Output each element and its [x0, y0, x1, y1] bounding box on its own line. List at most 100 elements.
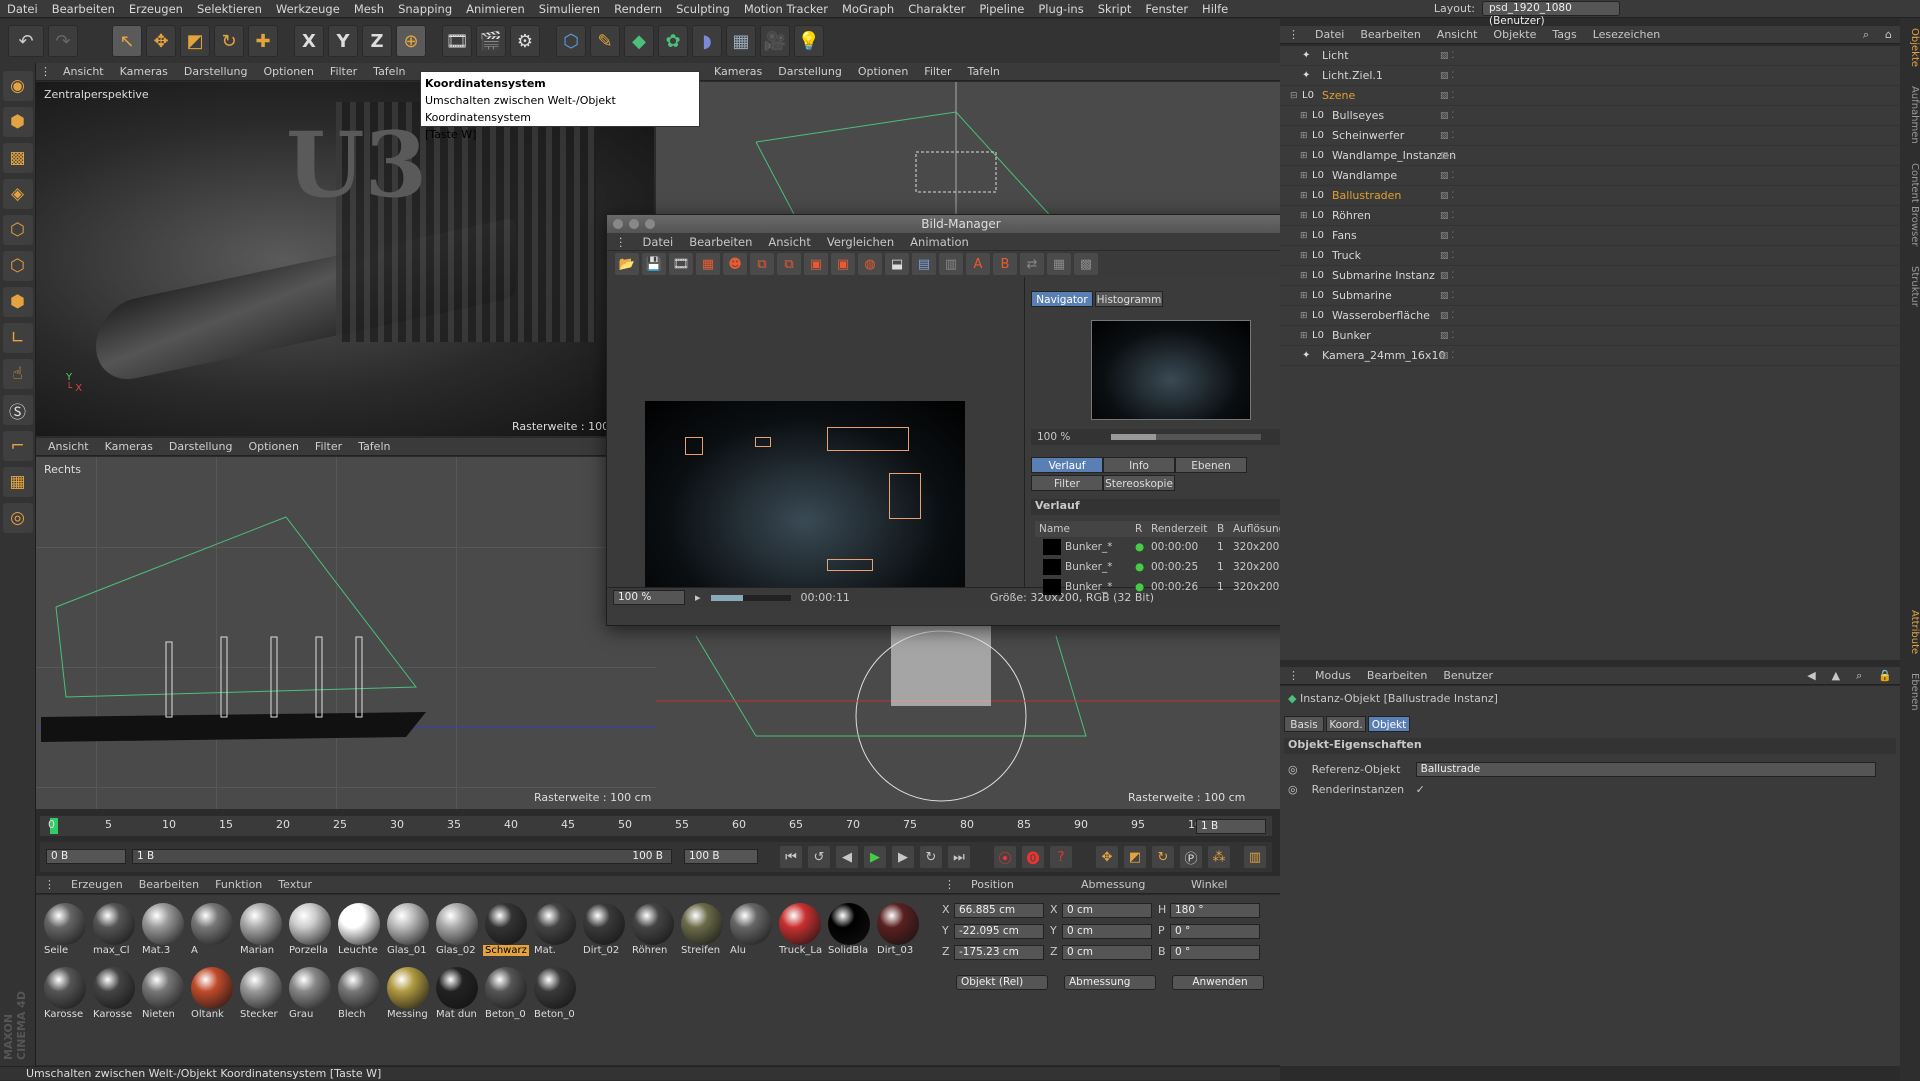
material-swatch[interactable]: Porzella — [287, 901, 333, 963]
side-tab-ebenen[interactable]: Ebenen — [1909, 673, 1920, 711]
grid-icon[interactable]: ▦ — [2, 467, 33, 497]
object-row[interactable]: ⊞ L0 Fans ▨ ⁚ — [1280, 226, 1900, 246]
side-tab-objekte[interactable]: Objekte — [1909, 28, 1920, 67]
expand-icon[interactable]: ⊞ — [1300, 311, 1312, 321]
points-mode-icon[interactable]: ⬡ — [2, 215, 33, 245]
material-swatch[interactable]: Truck_La — [777, 901, 823, 963]
menu-selektieren[interactable]: Selektieren — [190, 2, 269, 16]
visibility-dots-icon[interactable]: ▨ ⁚ — [1440, 251, 1454, 261]
object-row[interactable]: ⊞ L0 Truck ▨ ⁚ — [1280, 246, 1900, 266]
am-tab-objekt[interactable]: Objekt — [1368, 716, 1410, 732]
coord-mode-select[interactable]: Objekt (Rel) — [956, 975, 1048, 990]
visibility-dots-icon[interactable]: ▨ ⁚ — [1440, 331, 1454, 341]
menu-pipeline[interactable]: Pipeline — [972, 2, 1031, 16]
om-drag-icon[interactable]: ⋮ — [1280, 28, 1307, 41]
render-settings-icon[interactable]: ⚙ — [510, 25, 540, 57]
bm-menu-bearbeiten[interactable]: Bearbeiten — [681, 235, 760, 249]
menu-motion-tracker[interactable]: Motion Tracker — [737, 2, 835, 16]
filter-icon[interactable]: ▩ — [1074, 253, 1098, 275]
layout-select[interactable]: psd_1920_1080 (Benutzer) — [1482, 1, 1620, 27]
vp3-menu-optionen[interactable]: Optionen — [240, 440, 306, 453]
object-row[interactable]: ⊟ L0 Szene ▨ ⁚ — [1280, 86, 1900, 106]
vp2-menu-darstellung[interactable]: Darstellung — [770, 65, 850, 78]
size-x-field[interactable]: 0 cm — [1062, 903, 1152, 918]
menu-charakter[interactable]: Charakter — [901, 2, 972, 16]
person-icon[interactable]: ☻ — [723, 253, 747, 275]
vp-menu-tafeln[interactable]: Tafeln — [365, 65, 413, 78]
object-row[interactable]: ⊞ L0 Bunker ▨ ⁚ — [1280, 326, 1900, 346]
side-tab-struktur[interactable]: Struktur — [1909, 266, 1920, 307]
size-mode-select[interactable]: Abmessung — [1064, 975, 1156, 990]
expand-icon[interactable]: ⊞ — [1300, 271, 1312, 281]
material-swatch[interactable]: Marian — [238, 901, 284, 963]
am-menu-bearbeiten[interactable]: Bearbeiten — [1359, 669, 1435, 682]
menu-rendern[interactable]: Rendern — [607, 2, 669, 16]
array-icon[interactable]: ✿ — [658, 25, 688, 57]
vp2-menu-filter[interactable]: Filter — [916, 65, 959, 78]
visibility-dots-icon[interactable]: ▨ ⁚ — [1440, 311, 1454, 321]
paste-icon[interactable]: ⧉ — [777, 253, 801, 275]
bm-menu-animation[interactable]: Animation — [902, 235, 977, 249]
menu-sculpting[interactable]: Sculpting — [669, 2, 737, 16]
prev-key-icon[interactable]: ↺ — [808, 846, 830, 868]
expand-icon[interactable]: ⊞ — [1300, 291, 1312, 301]
menu-bearbeiten[interactable]: Bearbeiten — [45, 2, 122, 16]
material-swatch[interactable]: Beton_0 — [532, 965, 578, 1027]
object-row[interactable]: ⊞ L0 Wasseroberfläche ▨ ⁚ — [1280, 306, 1900, 326]
close-dot-icon[interactable] — [613, 219, 623, 229]
add-icon[interactable]: ✚ — [248, 25, 278, 57]
z-axis-icon[interactable]: Z — [362, 25, 392, 57]
object-row[interactable]: ✦ Kamera_24mm_16x10 ▨ ⁚ — [1280, 346, 1900, 366]
material-swatch[interactable]: Seile — [42, 901, 88, 963]
visibility-dots-icon[interactable]: ▨ ⁚ — [1440, 131, 1454, 141]
vp3-menu-ansicht[interactable]: Ansicht — [40, 440, 97, 453]
timeline-icon[interactable]: ▥ — [1244, 846, 1266, 868]
vp3-menu-kameras[interactable]: Kameras — [97, 440, 161, 453]
scale-icon[interactable]: ◩ — [180, 25, 210, 57]
object-row[interactable]: ⊞ L0 Ballustraden ▨ ⁚ — [1280, 186, 1900, 206]
axis-mode-icon[interactable]: ∟ — [2, 323, 33, 353]
set-b-icon[interactable]: B — [993, 253, 1017, 275]
pos-y-field[interactable]: -22.095 cm — [954, 924, 1044, 939]
keyframe-help-icon[interactable]: ? — [1050, 846, 1072, 868]
bm-drag-icon[interactable]: ⋮ — [607, 235, 635, 249]
minimize-dot-icon[interactable] — [629, 219, 639, 229]
rot-h-field[interactable]: 180 ° — [1170, 903, 1260, 918]
bm-menu-ansicht[interactable]: Ansicht — [760, 235, 818, 249]
mm-menu-erzeugen[interactable]: Erzeugen — [63, 878, 131, 891]
am-menu-modus[interactable]: Modus — [1307, 669, 1359, 682]
menu-simulieren[interactable]: Simulieren — [532, 2, 607, 16]
tab-stereoskopie[interactable]: Stereoskopie — [1103, 475, 1175, 491]
model-mode-icon[interactable]: ⬢ — [2, 107, 33, 137]
open-icon[interactable]: 📂 — [615, 253, 639, 275]
goto-start-icon[interactable]: ⏮ — [780, 846, 802, 868]
bm-menu-vergleichen[interactable]: Vergleichen — [819, 235, 902, 249]
mm-menu-funktion[interactable]: Funktion — [207, 878, 270, 891]
view-mode-icon[interactable]: ▤ — [912, 253, 936, 275]
tab-ebenen[interactable]: Ebenen — [1175, 457, 1247, 473]
mm-menu-bearbeiten[interactable]: Bearbeiten — [131, 878, 207, 891]
object-row[interactable]: ✦ Licht ▨ ⁚ — [1280, 46, 1900, 66]
swap-icon[interactable]: ⇄ — [1020, 253, 1044, 275]
vp-menu-darstellung[interactable]: Darstellung — [176, 65, 256, 78]
menu-mesh[interactable]: Mesh — [347, 2, 391, 16]
menu-datei[interactable]: Datei — [0, 2, 45, 16]
am-tab-koord[interactable]: Koord. — [1326, 716, 1366, 732]
expand-icon[interactable]: ⊞ — [1300, 171, 1312, 181]
bm-titlebar[interactable]: Bild-Manager — [607, 215, 1315, 233]
floor-icon[interactable]: ▦ — [726, 25, 756, 57]
subdivide-icon[interactable]: ◆ — [624, 25, 654, 57]
material-swatch[interactable]: max_Cl — [91, 901, 137, 963]
camera-icon[interactable]: 🎥 — [760, 25, 790, 57]
solo-icon[interactable]: ◎ — [2, 503, 33, 533]
menu-werkzeuge[interactable]: Werkzeuge — [269, 2, 347, 16]
tweak-icon[interactable]: ☝ — [2, 359, 33, 389]
vp3-menu-tafeln[interactable]: Tafeln — [350, 440, 398, 453]
expand-icon[interactable]: ⊞ — [1300, 331, 1312, 341]
vp-menu-filter[interactable]: Filter — [322, 65, 365, 78]
material-swatch[interactable]: SolidBla — [826, 901, 872, 963]
material-swatch[interactable]: Dirt_03 — [875, 901, 921, 963]
expand-icon[interactable]: ⊞ — [1300, 151, 1312, 161]
magnet-icon[interactable]: ⌐ — [2, 431, 33, 461]
material-swatch[interactable]: Mat. — [532, 901, 578, 963]
